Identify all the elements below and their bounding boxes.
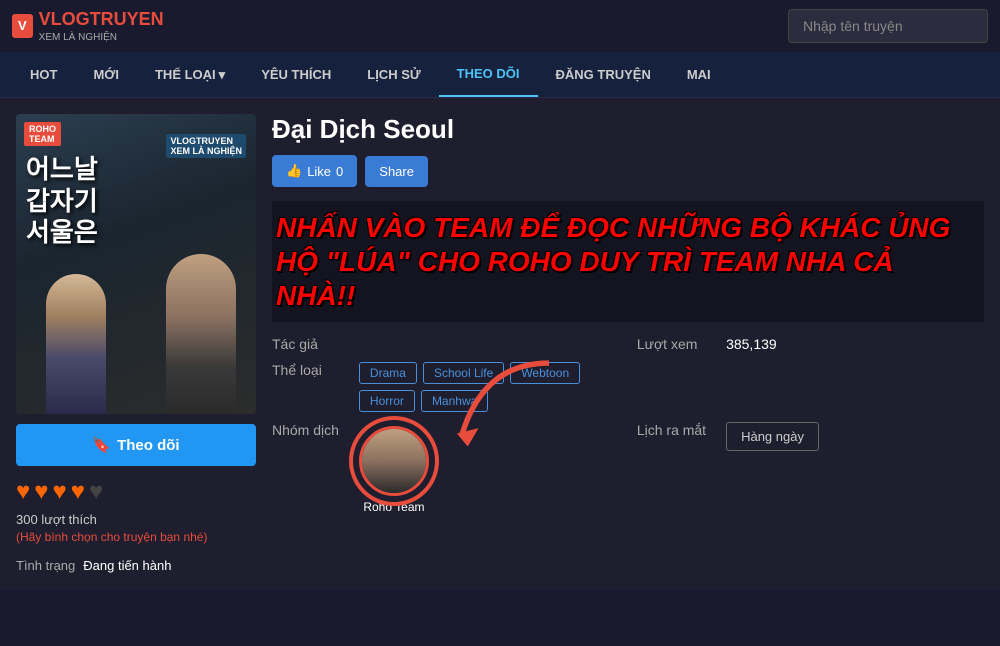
info-grid: Tác giả Lượt xem 385,139 Thể loại Drama … <box>272 336 984 514</box>
like-label: Like <box>307 164 331 179</box>
roho-badge: ROHOTEAM <box>24 122 61 146</box>
action-buttons: 👍 Like 0 Share <box>272 155 984 187</box>
star-5[interactable]: ♥ <box>89 478 103 506</box>
lich-ra-mat-value: Hàng ngày <box>726 422 984 451</box>
lich-ra-mat-label: Lịch ra mắt <box>637 422 706 438</box>
left-panel: ROHOTEAM VLOGTRUYENXEM LÀ NGHIỆN 어느날갑자기서… <box>16 114 256 573</box>
navigation: HOT MỚI THỂ LOẠI ▾ YÊU THÍCH LỊCH SỬ THE… <box>0 52 1000 98</box>
cover-korean-text: 어느날갑자기서울은 <box>26 154 98 248</box>
like-count: 0 <box>336 164 343 179</box>
bookmark-icon: 🔖 <box>92 436 111 454</box>
nav-item-theo-doi[interactable]: THEO DÕI <box>439 52 538 97</box>
star-4[interactable]: ♥ <box>71 478 85 506</box>
group-name: Roho Team <box>363 500 424 514</box>
nav-item-the-loai[interactable]: THỂ LOẠI ▾ <box>137 53 243 97</box>
rating-stars: ♥ ♥ ♥ ♥ ♥ <box>16 478 256 506</box>
dropdown-arrow-icon: ▾ <box>219 67 226 83</box>
logo-icon: V <box>12 14 33 38</box>
likes-vote-text: (Hãy bình chọn cho truyện bạn nhé) <box>16 530 256 544</box>
logo-text: VLOGTRUYEN XEM LÀ NGHIỆN <box>39 8 164 44</box>
status-row: Tình trạng Đang tiến hành <box>16 558 256 573</box>
character-2-illustration <box>46 274 106 414</box>
like-thumb-icon: 👍 <box>286 163 302 179</box>
logo-main: VLOGTRUYEN <box>39 8 164 31</box>
character-1-illustration <box>166 254 236 414</box>
like-button[interactable]: 👍 Like 0 <box>272 155 357 187</box>
tag-drama[interactable]: Drama <box>359 362 417 384</box>
likes-label: lượt thích <box>41 512 97 527</box>
likes-count: 300 <box>16 512 38 527</box>
cover-vlogtruyen-badge: VLOGTRUYENXEM LÀ NGHIỆN <box>166 134 246 158</box>
tinh-trang-value: Đang tiến hành <box>83 558 171 573</box>
group-section: Roho Team <box>359 426 617 514</box>
logo[interactable]: V VLOGTRUYEN XEM LÀ NGHIỆN <box>12 8 164 44</box>
nav-item-yeu-thich[interactable]: YÊU THÍCH <box>243 53 349 96</box>
arrow-indicator <box>419 356 549 446</box>
release-schedule-button[interactable]: Hàng ngày <box>726 422 819 451</box>
nav-item-moi[interactable]: MỚI <box>75 53 137 96</box>
nav-item-hot[interactable]: HOT <box>12 53 75 96</box>
manga-cover: ROHOTEAM VLOGTRUYENXEM LÀ NGHIỆN 어느날갑자기서… <box>16 114 256 414</box>
the-loai-label: Thể loại <box>272 362 339 378</box>
nav-label-the-loai: THỂ LOẠI <box>155 67 216 82</box>
share-button[interactable]: Share <box>365 156 428 187</box>
right-panel: Đại Dịch Seoul 👍 Like 0 Share NHẤN VÀO T… <box>272 114 984 573</box>
nav-item-mai[interactable]: MAI <box>669 53 729 96</box>
logo-sub: XEM LÀ NGHIỆN <box>39 31 164 44</box>
search-input[interactable] <box>788 9 988 43</box>
likes-text: 300 lượt thích <box>16 512 256 527</box>
logo-v-letter: V <box>18 18 27 33</box>
luot-xem-value: 385,139 <box>726 336 984 352</box>
promo-text: NHẤN VÀO TEAM ĐỂ ĐỌC NHỮNG BỘ KHÁC ỦNG H… <box>276 211 980 312</box>
star-2[interactable]: ♥ <box>34 478 48 506</box>
star-1[interactable]: ♥ <box>16 478 30 506</box>
tinh-trang-label: Tình trạng <box>16 558 75 573</box>
luot-xem-label: Lượt xem <box>637 336 706 352</box>
follow-button[interactable]: 🔖 Theo dõi <box>16 424 256 466</box>
tag-horror[interactable]: Horror <box>359 390 415 412</box>
follow-label: Theo dõi <box>117 437 180 454</box>
star-3[interactable]: ♥ <box>53 478 67 506</box>
nav-item-dang-truyen[interactable]: ĐĂNG TRUYỆN <box>538 53 669 96</box>
avatar-image <box>362 429 426 493</box>
promo-overlay: NHẤN VÀO TEAM ĐỂ ĐỌC NHỮNG BỘ KHÁC ỦNG H… <box>272 201 984 322</box>
nav-item-lich-su[interactable]: LỊCH SỬ <box>349 53 438 96</box>
header: V VLOGTRUYEN XEM LÀ NGHIỆN <box>0 0 1000 52</box>
tac-gia-label: Tác giả <box>272 336 339 352</box>
main-content: ROHOTEAM VLOGTRUYENXEM LÀ NGHIỆN 어느날갑자기서… <box>0 98 1000 589</box>
manga-title: Đại Dịch Seoul <box>272 114 984 145</box>
nhom-dich-label: Nhóm dịch <box>272 422 339 438</box>
